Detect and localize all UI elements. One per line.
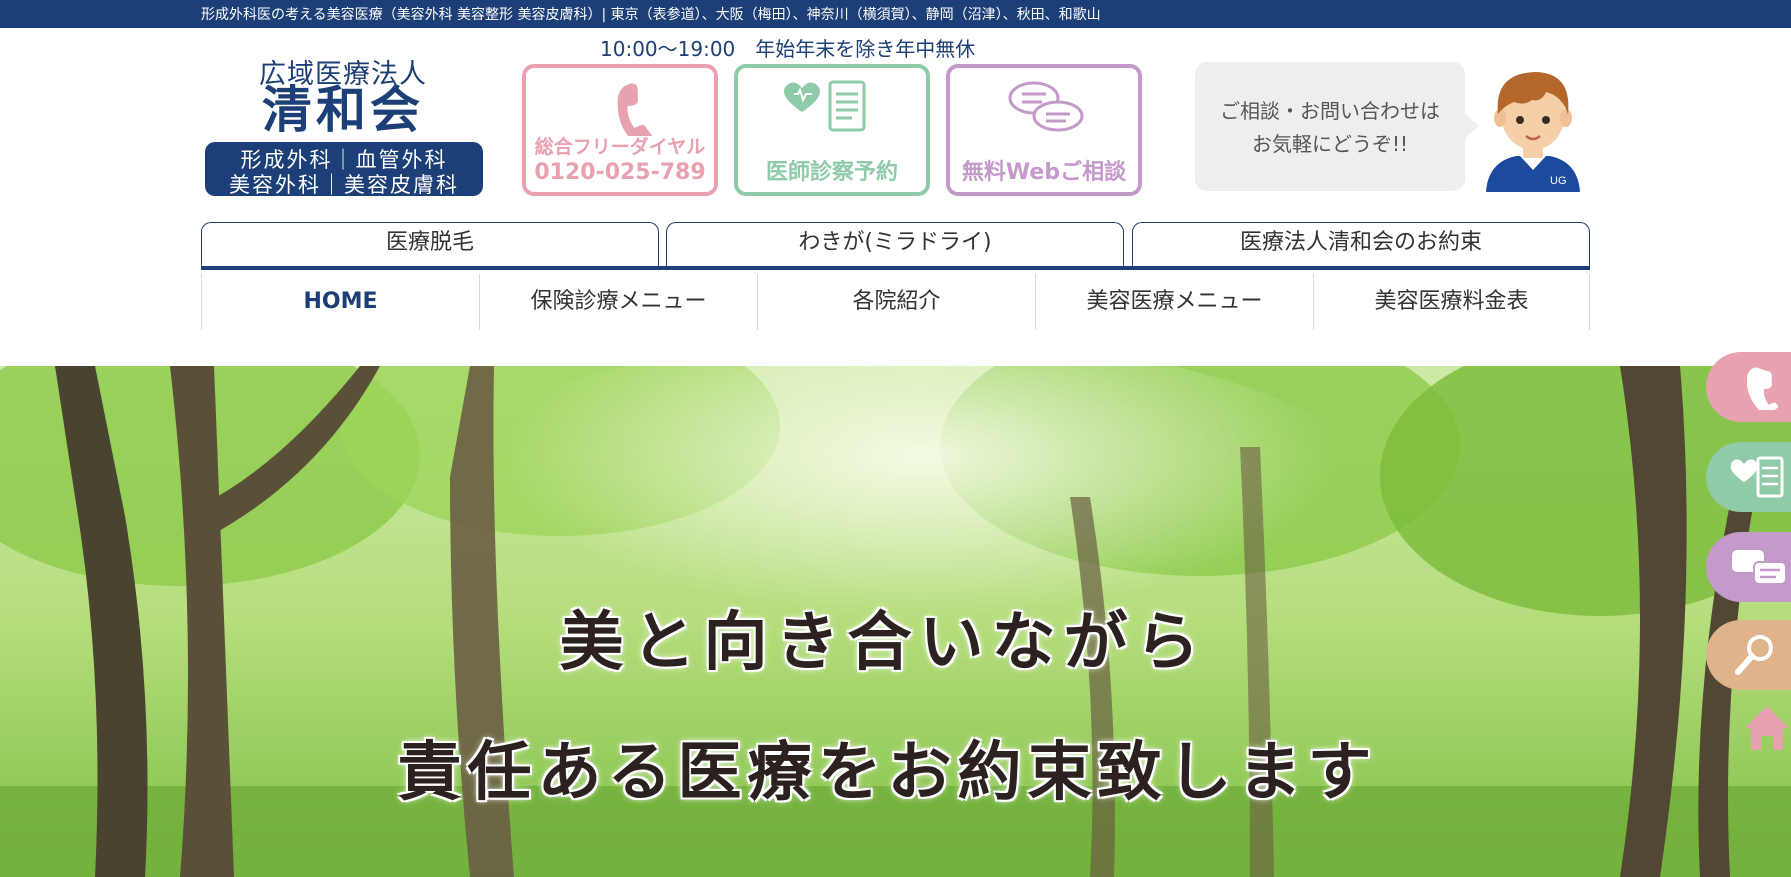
hero-banner: 美と向き合いながら 責任ある医療をお約束致します bbox=[0, 366, 1791, 877]
tab-hair-removal[interactable]: 医療脱毛 bbox=[201, 222, 659, 266]
search-icon bbox=[1735, 635, 1773, 675]
tab-miradry[interactable]: わきが(ミラドライ) bbox=[666, 222, 1124, 266]
free-dial-number: 0120-025-789 bbox=[534, 160, 706, 185]
home-icon[interactable] bbox=[1742, 702, 1791, 754]
nav-cosmetic-menu[interactable]: 美容医療メニュー bbox=[1035, 274, 1313, 330]
chat-bubbles-icon bbox=[1732, 550, 1787, 585]
float-search-button[interactable] bbox=[1706, 620, 1791, 690]
chat-bubbles-icon bbox=[1008, 81, 1084, 132]
phone-icon bbox=[1746, 367, 1779, 410]
logo-org-name: 清和会 bbox=[262, 80, 424, 139]
avatar-badge: UG bbox=[1550, 175, 1567, 187]
phone-icon bbox=[617, 83, 654, 136]
nav-clinics[interactable]: 各院紹介 bbox=[757, 274, 1035, 330]
free-dial-label: 総合フリーダイヤル bbox=[534, 136, 706, 158]
tab-underline bbox=[201, 266, 1590, 270]
top-tabs: 医療脱毛 わきが(ミラドライ) 医療法人清和会のお約束 bbox=[201, 222, 1590, 270]
bubble-line1: ご相談・お問い合わせは bbox=[1220, 99, 1440, 123]
nav-home[interactable]: HOME bbox=[201, 274, 479, 330]
free-dial-button[interactable]: 総合フリーダイヤル 0120-025-789 bbox=[522, 64, 718, 196]
contact-speech-bubble: ご相談・お問い合わせは お気軽にどうぞ!! bbox=[1195, 62, 1479, 191]
business-hours: 10:00〜19:00 年始年末を除き年中無休 bbox=[600, 37, 976, 61]
site-logo[interactable]: 広域医療法人 清和会 形成外科｜血管外科 美容外科｜美容皮膚科 bbox=[203, 50, 483, 197]
logo-departments: 形成外科｜血管外科 美容外科｜美容皮膚科 bbox=[205, 142, 483, 197]
doctor-appointment-button[interactable]: 医師診察予約 bbox=[734, 64, 930, 196]
hero-headline-line2: 責任ある医療をお約束致します bbox=[397, 735, 1378, 810]
float-reservation-button[interactable] bbox=[1706, 442, 1791, 512]
web-consultation-label: 無料Webご相談 bbox=[961, 160, 1127, 185]
logo-dept-line2: 美容外科｜美容皮膚科 bbox=[229, 173, 459, 197]
medical-record-icon bbox=[1730, 456, 1784, 498]
medical-record-icon bbox=[784, 80, 866, 132]
staff-avatar: UG bbox=[1486, 72, 1580, 192]
float-phone-button[interactable] bbox=[1706, 352, 1791, 422]
float-web-consult-button[interactable] bbox=[1706, 532, 1791, 602]
tab-promise[interactable]: 医療法人清和会のお約束 bbox=[1132, 222, 1590, 266]
nav-price-list[interactable]: 美容医療料金表 bbox=[1313, 274, 1590, 330]
bubble-text: ご相談・お問い合わせは お気軽にどうぞ!! bbox=[1195, 95, 1465, 161]
bubble-line2: お気軽にどうぞ!! bbox=[1251, 132, 1409, 156]
hero-headline-line1: 美と向き合いながら bbox=[559, 605, 1208, 680]
nav-insurance-menu[interactable]: 保険診療メニュー bbox=[479, 274, 757, 330]
top-info-text: 形成外科医の考える美容医療（美容外科 美容整形 美容皮膚科）| 東京（表参道）、… bbox=[201, 7, 1101, 23]
doctor-appointment-label: 医師診察予約 bbox=[765, 160, 898, 185]
main-nav: HOME 保険診療メニュー 各院紹介 美容医療メニュー 美容医療料金表 bbox=[201, 274, 1590, 330]
web-consultation-button[interactable]: 無料Webご相談 bbox=[946, 64, 1142, 196]
top-info-bar: 形成外科医の考える美容医療（美容外科 美容整形 美容皮膚科）| 東京（表参道）、… bbox=[0, 0, 1791, 28]
